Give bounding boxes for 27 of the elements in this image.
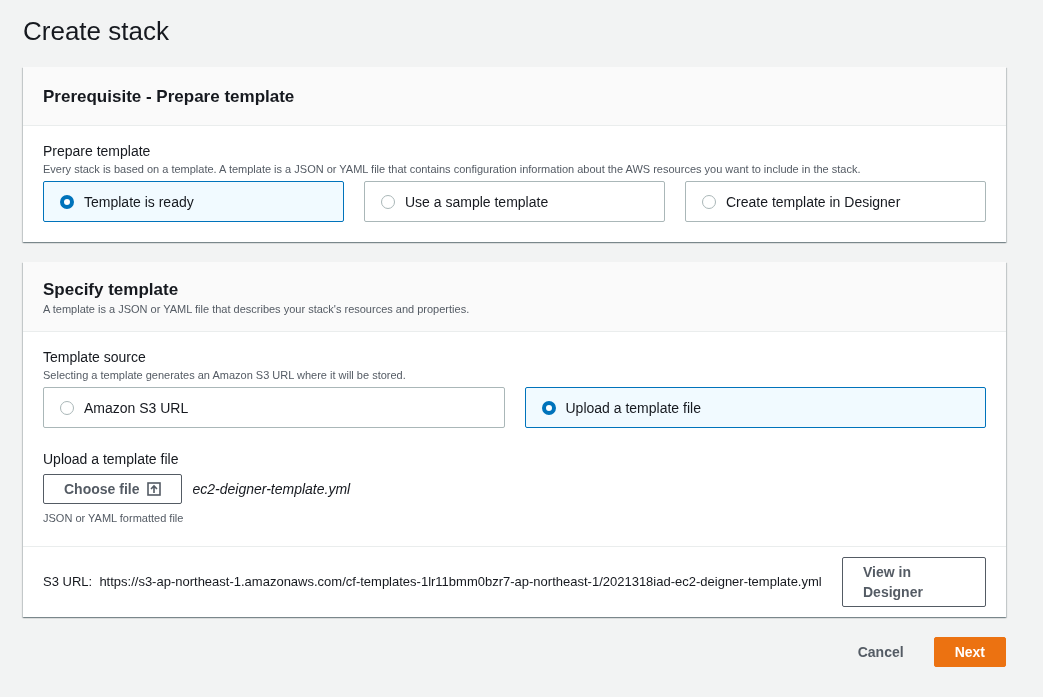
cancel-button[interactable]: Cancel bbox=[837, 638, 924, 666]
section-description: A template is a JSON or YAML file that describes your stack's resources and properties. bbox=[43, 303, 471, 315]
page-title: Create stack bbox=[23, 16, 169, 47]
field-label: Upload a template file bbox=[43, 451, 179, 467]
view-in-designer-button[interactable]: View in Designer bbox=[842, 557, 986, 607]
field-description: Selecting a template generates an Amazon S3 URL where it will be stored. bbox=[43, 369, 407, 381]
radio-button[interactable] bbox=[702, 194, 716, 209]
radio-tile[interactable]: Create template in Designer bbox=[685, 181, 986, 222]
radio-button[interactable] bbox=[60, 400, 74, 415]
radio-tile[interactable]: Amazon S3 URL bbox=[43, 387, 505, 428]
radio-tile[interactable]: Upload a template file bbox=[524, 387, 986, 428]
radio-button[interactable] bbox=[60, 194, 74, 209]
section-title: Specify template bbox=[43, 280, 179, 300]
s3-url-label: S3 URL: bbox=[43, 574, 93, 589]
field-label: Template source bbox=[43, 349, 146, 365]
radio-tile[interactable]: Use a sample template bbox=[364, 181, 665, 222]
radio-button[interactable] bbox=[541, 400, 556, 415]
upload-icon bbox=[147, 482, 162, 496]
file-name: ec2-deigner-template.yml bbox=[192, 481, 351, 497]
radio-button[interactable] bbox=[381, 194, 395, 209]
radio-tile[interactable]: Template is ready bbox=[43, 181, 344, 222]
field-description: Every stack is based on a template. A template is a JSON or YAML file that contains configuration information about the AWS resources you want to include in the stack. bbox=[43, 163, 862, 175]
s3-url-value: https://s3-ap-northeast-1.amazonaws.com/cf-templates-1lr11bmm0bzr7-ap-northeast-1/2021318iad-ec2-deigner-template.yml bbox=[99, 574, 822, 589]
field-hint: JSON or YAML formatted file bbox=[43, 512, 184, 524]
choose-file-button[interactable]: Choose file bbox=[43, 474, 183, 504]
section-title: Prerequisite - Prepare template bbox=[43, 87, 295, 107]
field-label: Prepare template bbox=[43, 143, 151, 159]
